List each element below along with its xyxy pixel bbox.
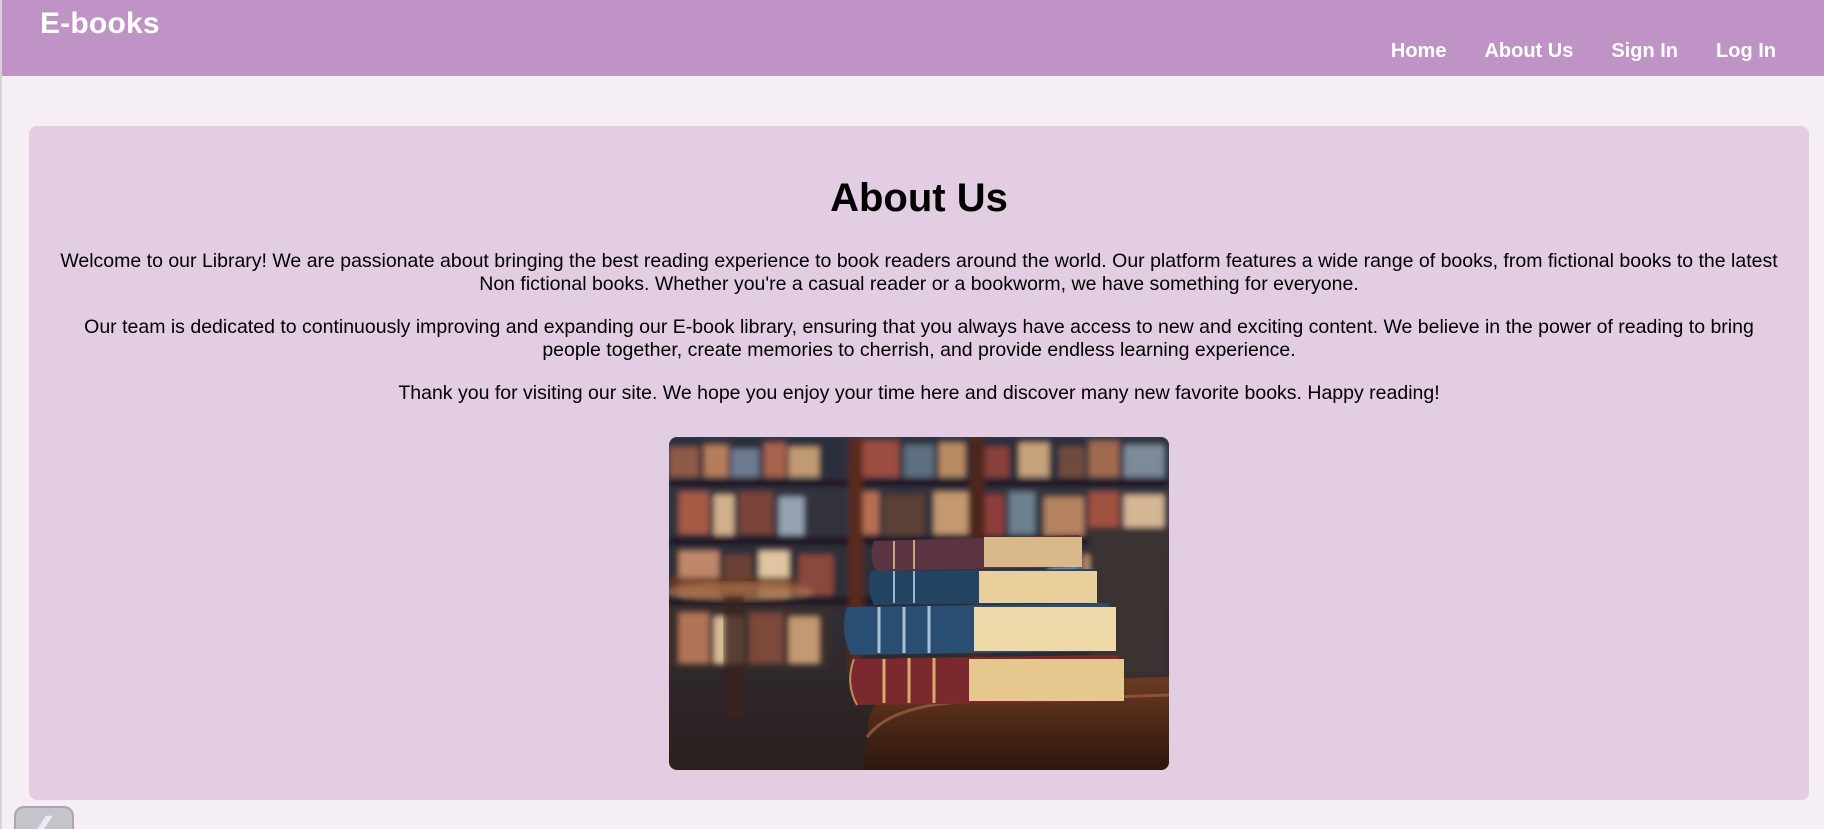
about-card: About Us Welcome to our Library! We are … xyxy=(29,126,1809,800)
back-arrow-icon: ❮ xyxy=(34,812,56,829)
page: E-books Home About Us Sign In Log In Abo… xyxy=(0,0,1824,829)
nav-link-home[interactable]: Home xyxy=(1391,40,1447,63)
header-bar: E-books Home About Us Sign In Log In xyxy=(2,0,1824,76)
library-books-image xyxy=(669,437,1169,770)
nav-link-log-in[interactable]: Log In xyxy=(1716,40,1776,63)
nav-link-about-us[interactable]: About Us xyxy=(1484,40,1573,63)
page-title: About Us xyxy=(830,176,1008,220)
nav-link-sign-in[interactable]: Sign In xyxy=(1611,40,1678,63)
site-brand[interactable]: E-books xyxy=(40,7,160,41)
about-paragraph-3: Thank you for visiting our site. We hope… xyxy=(398,382,1440,404)
main-nav: Home About Us Sign In Log In xyxy=(1391,40,1776,63)
back-button[interactable]: ❮ xyxy=(14,806,74,829)
about-paragraph-2: Our team is dedicated to continuously im… xyxy=(84,316,1754,361)
about-paragraph-1: Welcome to our Library! We are passionat… xyxy=(60,250,1778,295)
